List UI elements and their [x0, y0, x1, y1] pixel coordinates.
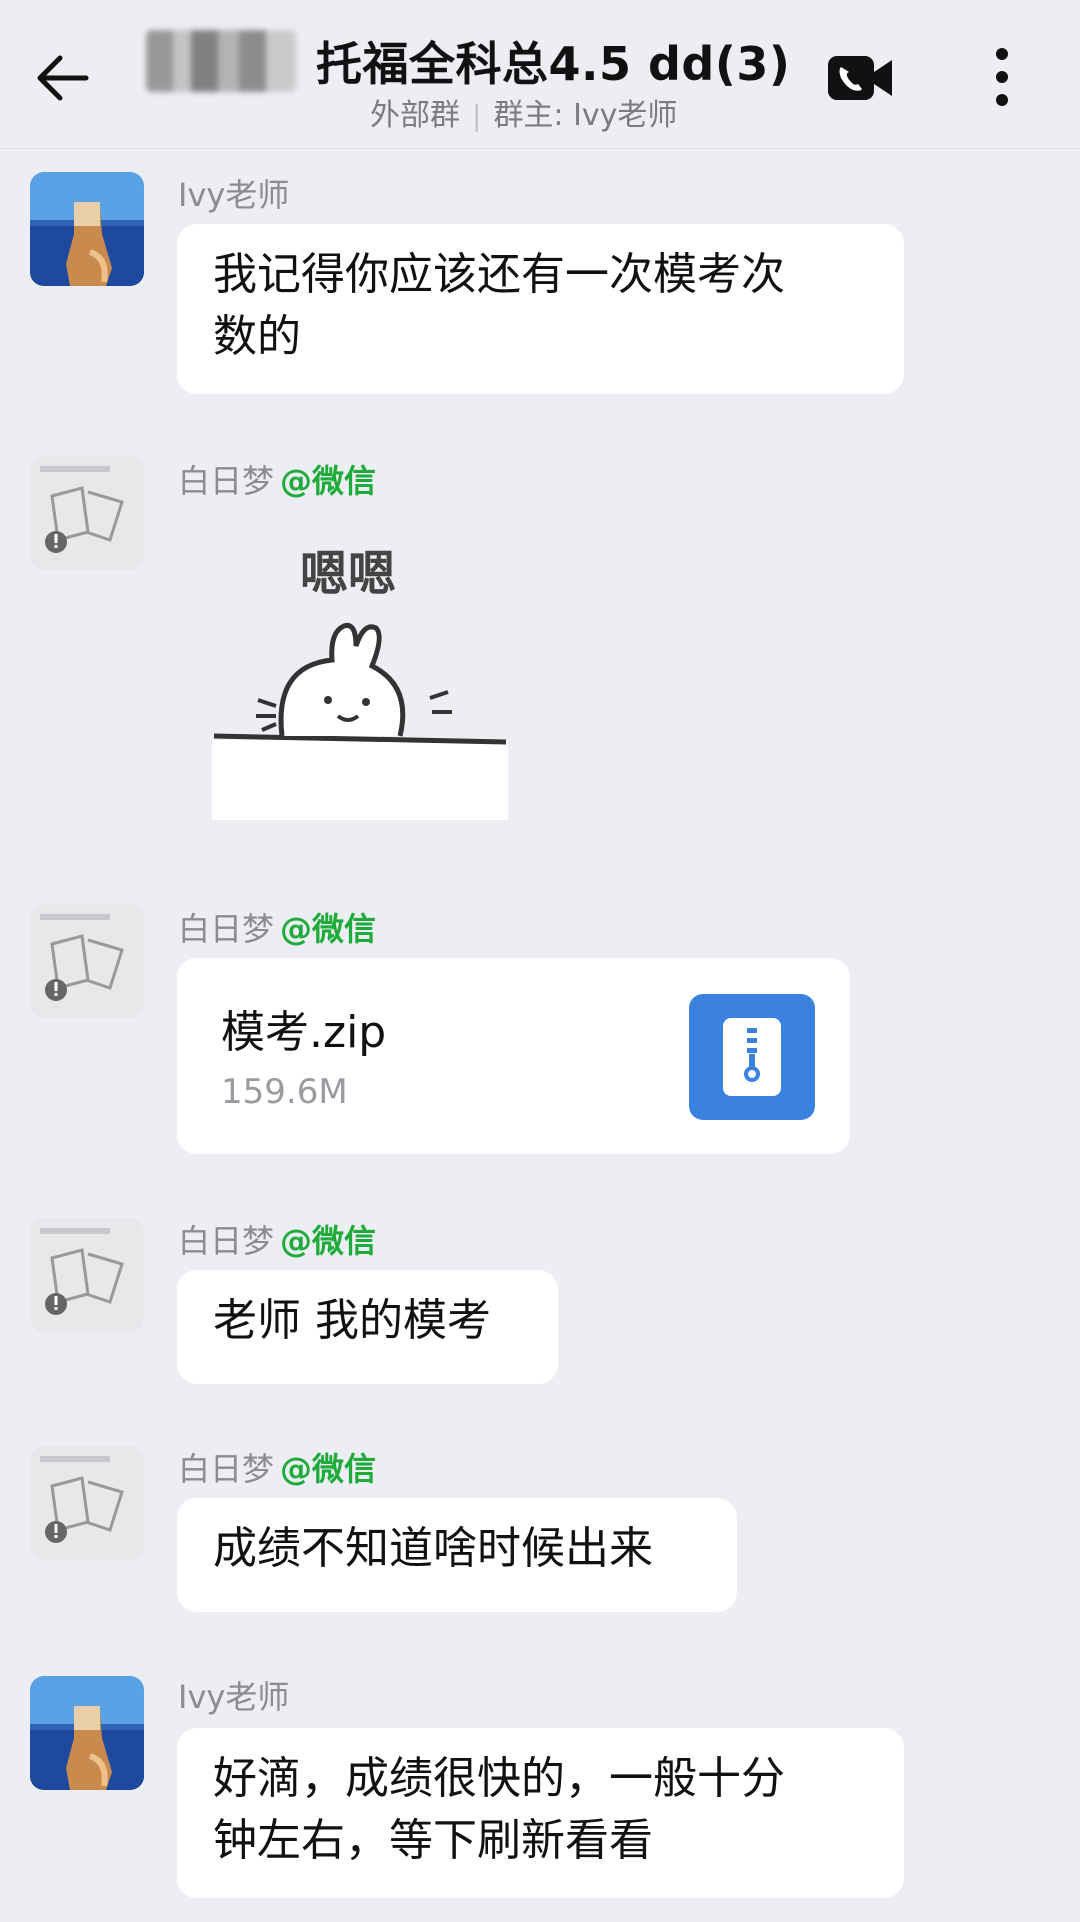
message-text-line: 钟左右，等下刷新看看 — [213, 1815, 653, 1866]
bunny-sticker-icon: 嗯嗯 — [212, 546, 508, 820]
message-bubble[interactable]: 成绩不知道啥时候出来 — [177, 1498, 737, 1612]
broken-image-icon — [40, 1456, 124, 1543]
sender-name: Ivy老师 — [178, 176, 290, 214]
avatar-baiyimeng[interactable] — [30, 904, 144, 1018]
sender-name: 白日梦 @微信 — [178, 904, 376, 950]
avatar-baiyimeng[interactable] — [30, 1446, 144, 1560]
message-text-line: 好滴，成绩很快的，一般十分 — [213, 1753, 785, 1804]
sender-name-text: 白日梦 — [178, 462, 275, 500]
group-owner-label: 群主: Ivy老师 — [493, 98, 678, 133]
avatar-baiyimeng[interactable] — [30, 456, 144, 570]
chat-title: 托福全科总4.5 dd(3) — [316, 37, 791, 91]
broken-image-icon — [40, 1228, 124, 1315]
file-name: 模考.zip — [221, 1007, 387, 1058]
broken-image-icon — [40, 466, 124, 553]
sender-name: Ivy老师 — [178, 1678, 290, 1716]
cat-photo-icon — [30, 202, 144, 286]
chat-subtitle: 外部群 | 群主: Ivy老师 — [370, 90, 677, 134]
chat-header: 托福全科总4.5 dd(3) 外部群 | 群主: Ivy老师 — [0, 0, 1080, 149]
sticker-message[interactable]: 嗯嗯 — [208, 540, 518, 820]
wechat-tag: @微信 — [280, 1222, 377, 1260]
zip-file-icon — [689, 994, 815, 1120]
avatar-ivy[interactable] — [30, 1676, 144, 1790]
sender-name: 白日梦 @微信 — [178, 1444, 376, 1490]
message-bubble[interactable]: 好滴，成绩很快的，一般十分 钟左右，等下刷新看看 — [177, 1728, 904, 1898]
sender-name: 白日梦 @微信 — [178, 1216, 376, 1262]
group-type-label: 外部群 — [370, 98, 460, 133]
message-text-line: 我记得你应该还有一次模考次 — [213, 249, 785, 300]
file-size: 159.6M — [221, 1072, 348, 1112]
sticker-text: 嗯嗯 — [300, 546, 396, 602]
message-text: 成绩不知道啥时候出来 — [213, 1523, 653, 1574]
wechat-tag: @微信 — [280, 910, 377, 948]
cat-photo-icon — [30, 1706, 144, 1790]
more-options-button[interactable] — [980, 44, 1024, 114]
sender-name-text: 白日梦 — [178, 910, 275, 948]
avatar-ivy[interactable] — [30, 172, 144, 286]
message-text-line: 数的 — [213, 311, 301, 362]
message-text: 老师 我的模考 — [213, 1295, 491, 1346]
wechat-tag: @微信 — [280, 462, 377, 500]
subtitle-separator: | — [472, 99, 482, 132]
wechat-tag: @微信 — [280, 1450, 377, 1488]
arrow-left-icon — [37, 55, 89, 101]
blurred-name-redaction — [146, 30, 296, 92]
back-button[interactable] — [28, 40, 104, 116]
sender-name: 白日梦 @微信 — [178, 456, 376, 502]
sender-name-text: 白日梦 — [178, 1222, 275, 1260]
chat-title-area[interactable]: 托福全科总4.5 dd(3) 外部群 | 群主: Ivy老师 — [140, 22, 800, 134]
more-vertical-icon — [996, 48, 1008, 106]
message-bubble[interactable]: 我记得你应该还有一次模考次 数的 — [177, 224, 904, 394]
sender-name-text: 白日梦 — [178, 1450, 275, 1488]
video-call-button[interactable] — [826, 50, 896, 106]
message-bubble[interactable]: 老师 我的模考 — [177, 1270, 558, 1384]
broken-image-icon — [40, 914, 124, 1001]
avatar-baiyimeng[interactable] — [30, 1218, 144, 1332]
file-message-card[interactable]: 模考.zip 159.6M — [177, 958, 850, 1154]
video-call-icon — [828, 56, 892, 100]
